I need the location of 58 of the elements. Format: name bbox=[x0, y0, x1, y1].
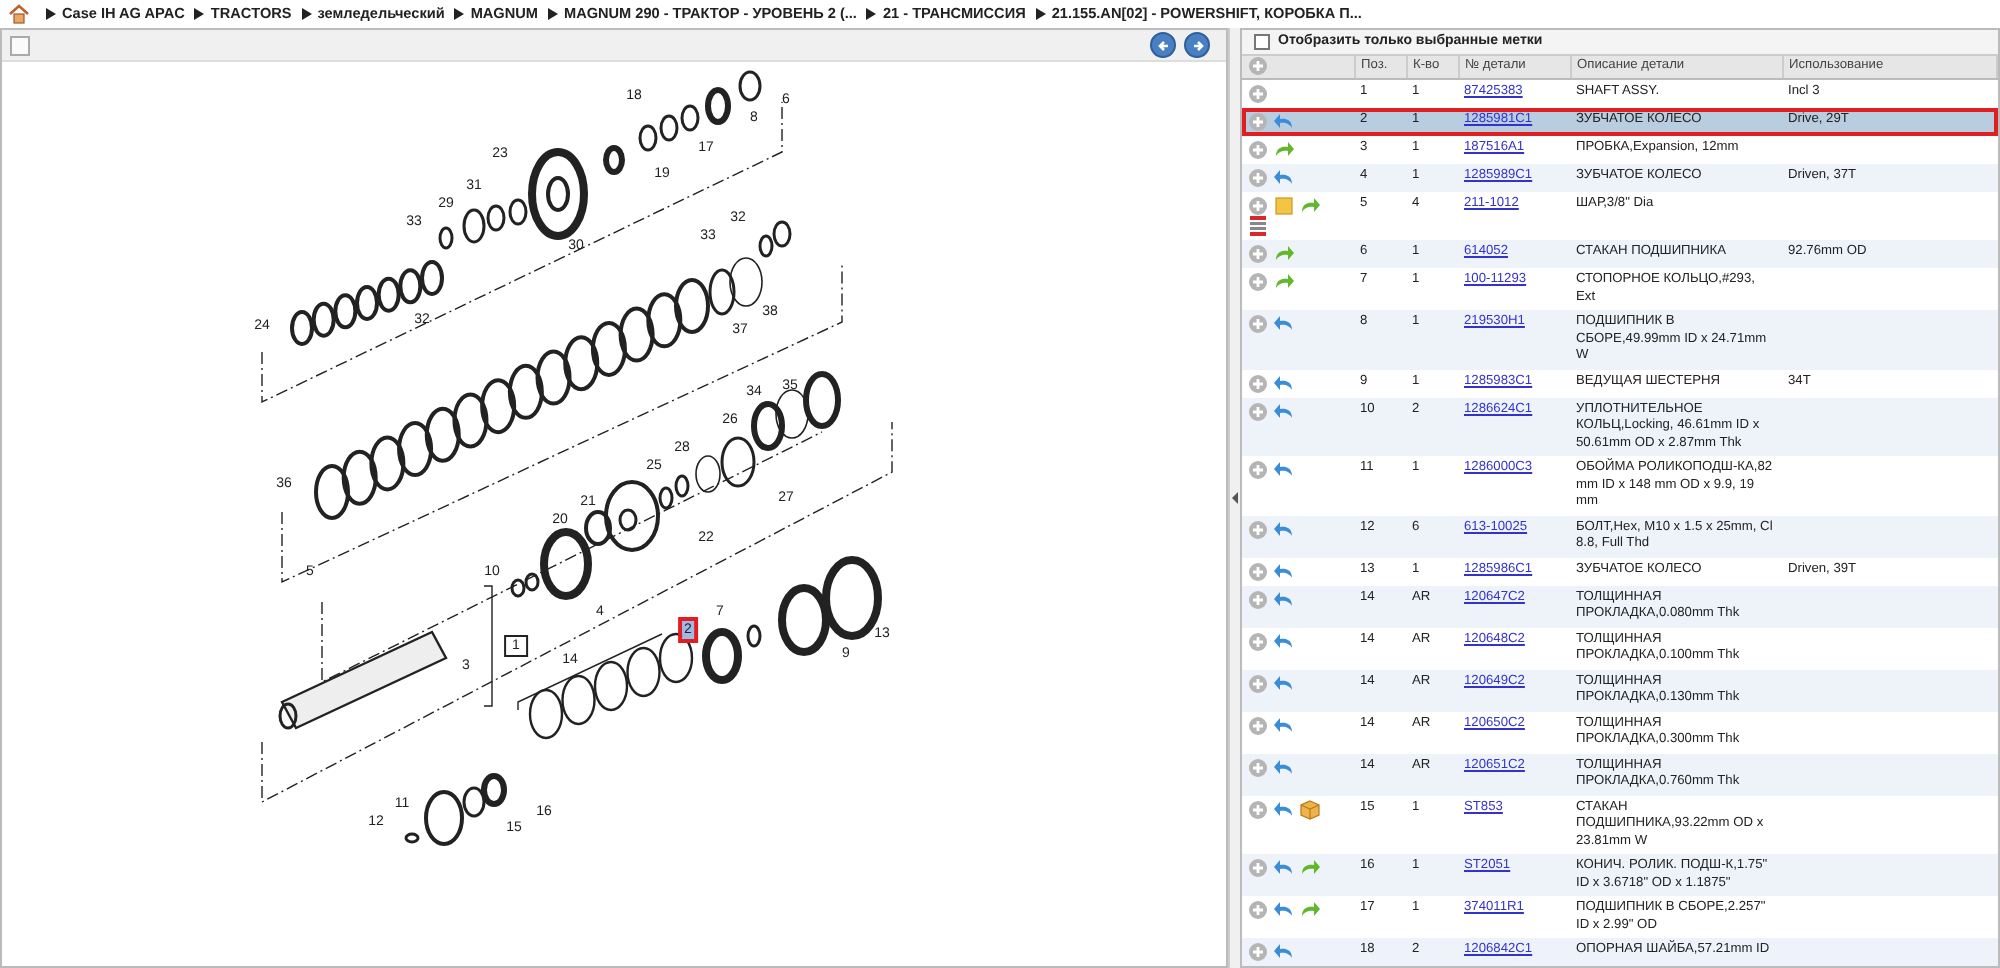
back-arrow-icon[interactable] bbox=[1274, 314, 1294, 334]
add-icon[interactable] bbox=[1248, 757, 1268, 777]
add-icon[interactable] bbox=[1248, 900, 1268, 920]
next-button[interactable] bbox=[1184, 32, 1210, 58]
back-arrow-icon[interactable] bbox=[1274, 757, 1294, 777]
back-arrow-icon[interactable] bbox=[1274, 168, 1294, 188]
box-icon[interactable] bbox=[1300, 799, 1320, 819]
toolbar-button[interactable] bbox=[10, 35, 30, 55]
back-arrow-icon[interactable] bbox=[1274, 519, 1294, 539]
breadcrumb-arrow-icon bbox=[1035, 8, 1046, 20]
home-icon[interactable] bbox=[8, 4, 30, 24]
back-arrow-icon[interactable] bbox=[1274, 631, 1294, 651]
left-arrow-icon bbox=[1155, 37, 1171, 53]
forward-arrow-icon[interactable] bbox=[1300, 858, 1320, 878]
breadcrumb-arrow-icon bbox=[194, 8, 205, 20]
add-icon[interactable] bbox=[1248, 460, 1268, 480]
right-arrow-icon bbox=[1189, 37, 1205, 53]
breadcrumb-arrow-icon bbox=[46, 8, 56, 20]
breadcrumb-arrow-icon bbox=[454, 8, 465, 20]
add-icon[interactable] bbox=[1248, 631, 1268, 651]
add-icon[interactable] bbox=[1248, 314, 1268, 334]
breadcrumb-arrow-icon bbox=[547, 8, 558, 20]
forward-arrow-icon[interactable] bbox=[1300, 196, 1320, 216]
add-icon[interactable] bbox=[1248, 519, 1268, 539]
add-icon[interactable] bbox=[1248, 858, 1268, 878]
add-icon[interactable] bbox=[1248, 84, 1268, 104]
add-icon[interactable] bbox=[1248, 168, 1268, 188]
add-icon[interactable] bbox=[1248, 112, 1268, 132]
add-icon[interactable] bbox=[1248, 272, 1268, 292]
add-icon[interactable] bbox=[1248, 244, 1268, 264]
back-arrow-icon[interactable] bbox=[1274, 942, 1294, 962]
add-icon[interactable] bbox=[1248, 196, 1268, 216]
add-icon[interactable] bbox=[1248, 673, 1268, 693]
back-arrow-icon[interactable] bbox=[1274, 460, 1294, 480]
back-arrow-icon[interactable] bbox=[1274, 673, 1294, 693]
add-icon[interactable] bbox=[1248, 140, 1268, 160]
back-arrow-icon[interactable] bbox=[1274, 715, 1294, 735]
add-icon[interactable] bbox=[1248, 589, 1268, 609]
list-icon[interactable] bbox=[1248, 216, 1268, 236]
back-arrow-icon[interactable] bbox=[1274, 858, 1294, 878]
back-arrow-icon[interactable] bbox=[1274, 112, 1294, 132]
collapse-handle-icon[interactable] bbox=[1230, 490, 1240, 506]
add-icon[interactable] bbox=[1248, 401, 1268, 421]
note-icon[interactable] bbox=[1274, 196, 1294, 216]
back-arrow-icon[interactable] bbox=[1274, 900, 1294, 920]
add-icon[interactable] bbox=[1248, 373, 1268, 393]
add-all-icon[interactable] bbox=[1248, 56, 1268, 77]
add-icon[interactable] bbox=[1248, 561, 1268, 581]
add-icon[interactable] bbox=[1248, 715, 1268, 735]
add-icon[interactable] bbox=[1248, 942, 1268, 962]
back-arrow-icon[interactable] bbox=[1274, 799, 1294, 819]
previous-button[interactable] bbox=[1150, 32, 1176, 58]
breadcrumb-arrow-icon bbox=[866, 8, 877, 20]
add-icon[interactable] bbox=[1248, 799, 1268, 819]
forward-arrow-icon[interactable] bbox=[1300, 900, 1320, 920]
forward-arrow-icon[interactable] bbox=[1274, 140, 1294, 160]
filter-checkbox[interactable] bbox=[1254, 33, 1270, 50]
breadcrumb-arrow-icon bbox=[301, 8, 312, 20]
